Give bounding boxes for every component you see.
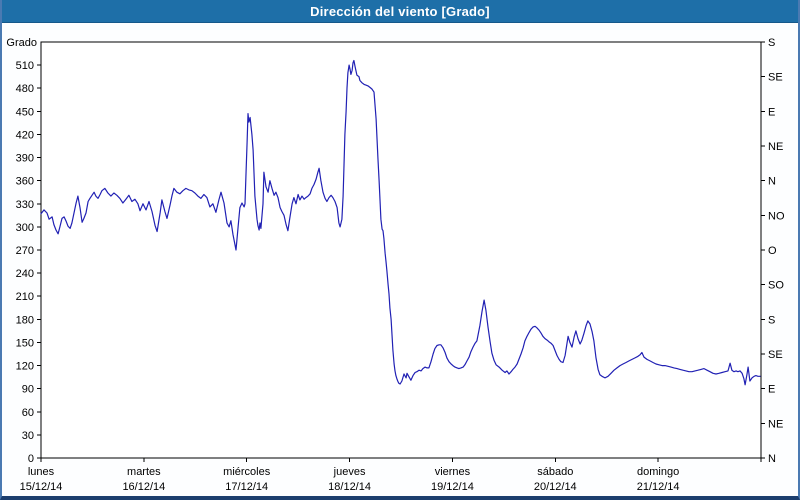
y-axis-tick-label: 390 xyxy=(16,153,34,165)
y-axis-tick-label: 480 xyxy=(16,83,34,95)
compass-tick-label: E xyxy=(768,384,775,396)
day-name-label: domingo xyxy=(637,466,679,478)
compass-tick-label: S xyxy=(768,314,775,326)
day-date-label: 20/12/14 xyxy=(534,481,577,493)
y-axis-tick-label: 90 xyxy=(22,384,34,396)
wind-direction-chart: 0 30 60 90 120 150 180 210 240 270 300 330 360 390 420… xyxy=(2,0,800,500)
y-axis-tick-label: 300 xyxy=(16,222,34,234)
compass-tick-label: SE xyxy=(768,349,783,361)
y-axis-tick-label: 60 xyxy=(22,407,34,419)
day-date-label: 18/12/14 xyxy=(328,481,371,493)
day-name-label: lunes xyxy=(28,466,55,478)
compass-tick-label: SE xyxy=(768,72,783,84)
day-date-label: 15/12/14 xyxy=(20,481,63,493)
day-name-label: martes xyxy=(127,466,161,478)
compass-tick-label: NO xyxy=(768,210,785,222)
compass-tick-label: S xyxy=(768,37,775,49)
day-date-label: 16/12/14 xyxy=(122,481,165,493)
y-axis-tick-label: 510 xyxy=(16,60,34,72)
y-axis-tick-label: 210 xyxy=(16,291,34,303)
compass-tick-label: NE xyxy=(768,418,783,430)
y-axis-tick-label: 420 xyxy=(16,129,34,141)
day-date-label: 17/12/14 xyxy=(225,481,268,493)
compass-tick-label: E xyxy=(768,106,775,118)
compass-tick-label: O xyxy=(768,245,777,257)
y-axis-title: Grado xyxy=(6,37,37,49)
day-date-label: 21/12/14 xyxy=(637,481,680,493)
y-axis-tick-label: 450 xyxy=(16,106,34,118)
compass-tick-label: N xyxy=(768,176,776,188)
y-axis-tick-label: 240 xyxy=(16,268,34,280)
day-name-label: sábado xyxy=(537,466,573,478)
wind-chart-panel: Dirección del viento [Grado] 03060901201… xyxy=(0,0,800,500)
y-axis-tick-label: 120 xyxy=(16,361,34,373)
day-date-label: 19/12/14 xyxy=(431,481,474,493)
plot-frame xyxy=(41,42,761,458)
y-axis-tick-label: 330 xyxy=(16,199,34,211)
compass-tick-label: SO xyxy=(768,280,784,292)
y-axis-tick-label: 180 xyxy=(16,314,34,326)
y-axis-tick-label: 0 xyxy=(28,453,34,465)
y-axis-tick-label: 30 xyxy=(22,430,34,442)
compass-tick-label: NE xyxy=(768,141,783,153)
day-name-label: miércoles xyxy=(223,466,271,478)
compass-tick-label: N xyxy=(768,453,776,465)
y-axis-tick-label: 270 xyxy=(16,245,34,257)
y-axis-tick-label: 150 xyxy=(16,337,34,349)
day-name-label: jueves xyxy=(333,466,366,478)
day-name-label: viernes xyxy=(435,466,471,478)
plot-area xyxy=(41,42,761,458)
y-axis-tick-label: 360 xyxy=(16,176,34,188)
